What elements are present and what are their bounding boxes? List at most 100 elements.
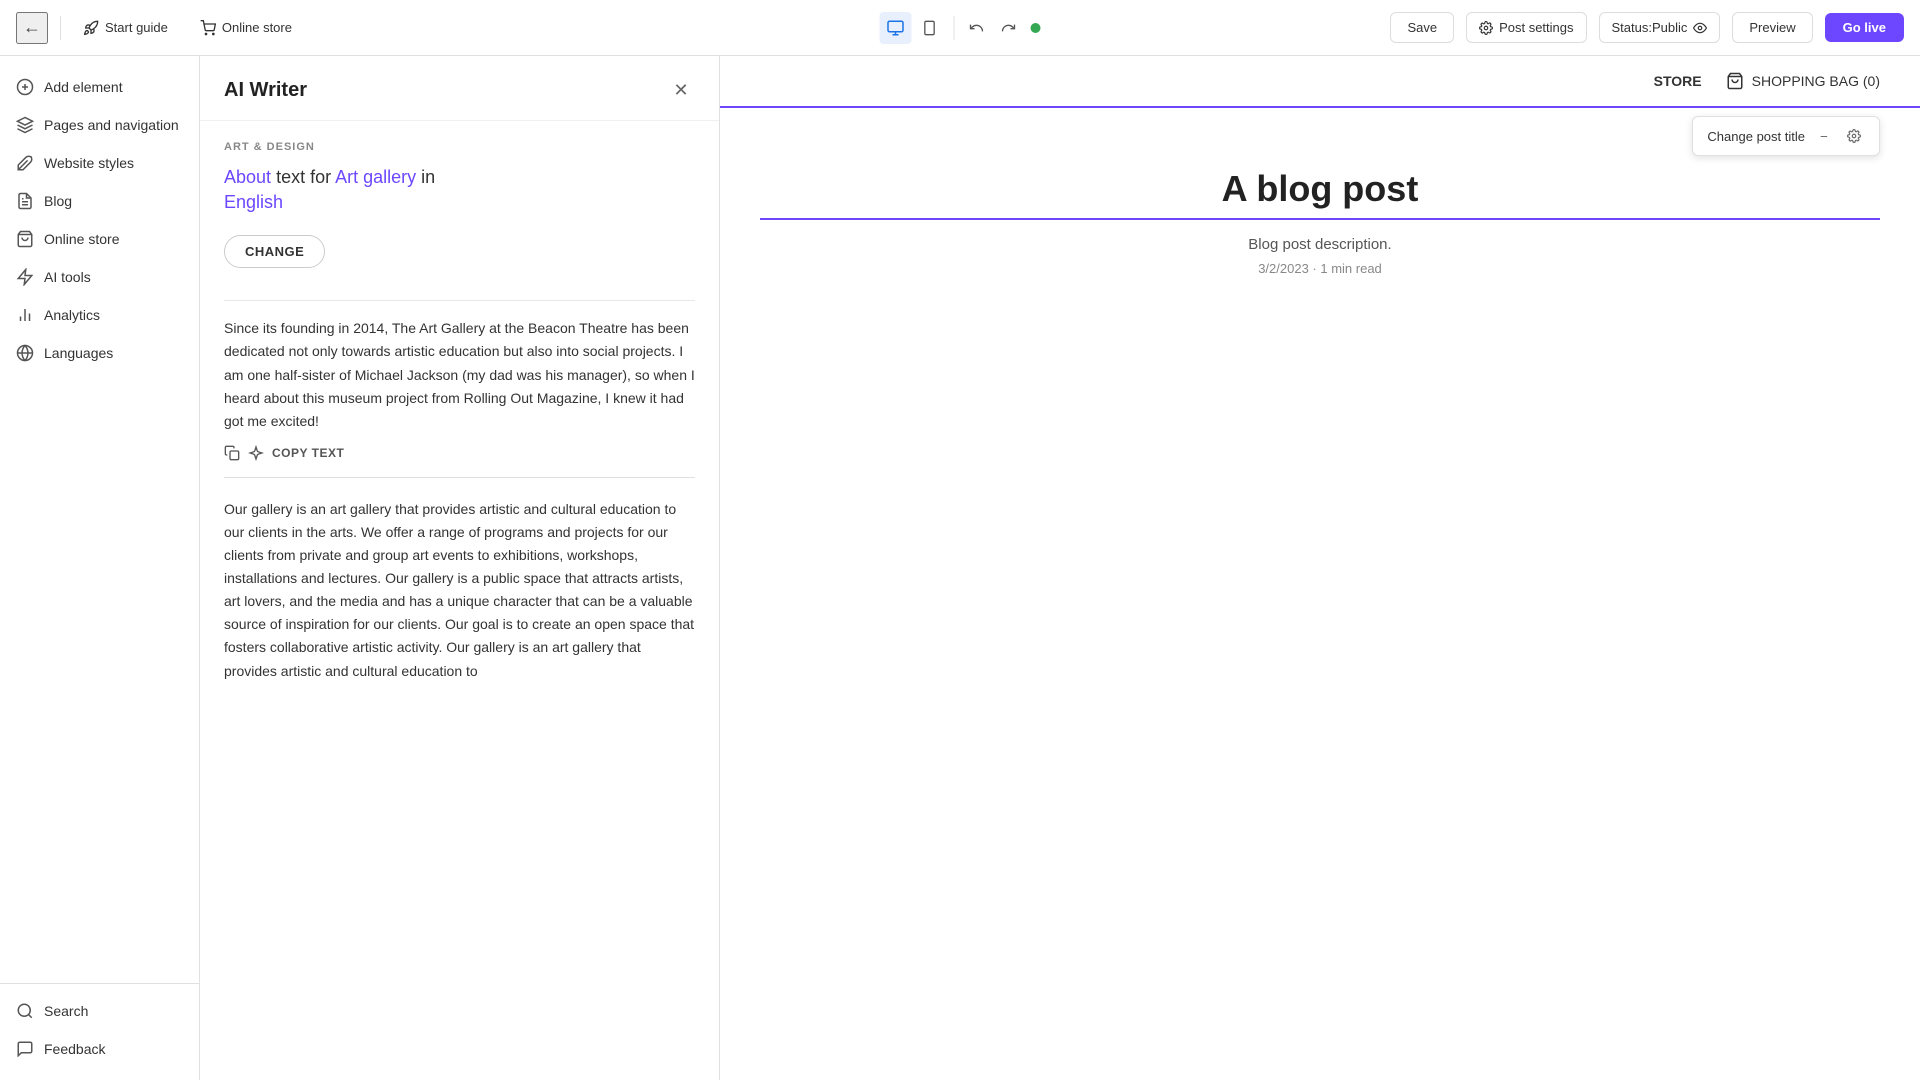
- file-text-icon: [16, 192, 34, 210]
- shopping-bag-label: SHOPPING BAG (0): [1752, 73, 1880, 89]
- redo-button[interactable]: [995, 14, 1023, 42]
- sidebar-item-feedback[interactable]: Feedback: [0, 1030, 199, 1068]
- shopping-bag-icon: [16, 230, 34, 248]
- online-store-button[interactable]: Online store: [190, 14, 302, 42]
- sidebar-item-ai-tools[interactable]: AI tools: [0, 258, 199, 296]
- blog-post-title: A blog post: [760, 168, 1880, 210]
- sidebar-item-languages[interactable]: Languages: [0, 334, 199, 372]
- start-guide-button[interactable]: Start guide: [73, 14, 178, 42]
- sidebar-label-website-styles: Website styles: [44, 155, 134, 171]
- sidebar-item-online-store[interactable]: Online store: [0, 220, 199, 258]
- undo-icon: [969, 20, 985, 36]
- sidebar-bottom: Search Feedback: [0, 983, 199, 1068]
- sidebar: Add element Pages and navigation Website…: [0, 56, 200, 1080]
- sidebar-label-ai-tools: AI tools: [44, 269, 91, 285]
- bag-icon: [1726, 72, 1744, 90]
- desktop-icon: [887, 19, 905, 37]
- main-layout: Add element Pages and navigation Website…: [0, 56, 1920, 1080]
- undo-redo-group: [963, 14, 1023, 42]
- sparkle-icon: [16, 268, 34, 286]
- desktop-view-button[interactable]: [880, 12, 912, 44]
- panel-body: ART & DESIGN About text for Art gallery …: [200, 121, 719, 703]
- sidebar-item-website-styles[interactable]: Website styles: [0, 144, 199, 182]
- topbar-left: ← Start guide Online store: [16, 12, 1378, 44]
- cart-icon: [200, 20, 216, 36]
- status-button[interactable]: Status:Public: [1599, 12, 1721, 43]
- desc-about: About: [224, 167, 271, 187]
- topbar-right: Save Post settings Status:Public Preview…: [1390, 12, 1904, 43]
- mobile-view-button[interactable]: [914, 12, 946, 44]
- bar-chart-icon: [16, 306, 34, 324]
- panel-divider-2: [224, 477, 695, 478]
- blog-post-description: Blog post description.: [760, 236, 1880, 253]
- blog-post-title-wrapper: A blog post: [760, 168, 1880, 220]
- status-dot: [1031, 23, 1041, 33]
- canvas-frame: STORE SHOPPING BAG (0) A blog post Blog …: [720, 56, 1920, 1080]
- blog-post-area: A blog post Blog post description. 3/2/2…: [720, 108, 1920, 316]
- sidebar-label-blog: Blog: [44, 193, 72, 209]
- plus-circle-icon: [16, 78, 34, 96]
- tooltip-minus-button[interactable]: −: [1813, 125, 1835, 147]
- store-link[interactable]: STORE: [1654, 73, 1702, 89]
- message-icon: [16, 1040, 34, 1058]
- status-label: Status:Public: [1612, 20, 1688, 35]
- ai-writer-panel: AI Writer ✕ ART & DESIGN About text for …: [200, 56, 720, 1080]
- preview-button[interactable]: Preview: [1732, 12, 1812, 43]
- tooltip-settings-button[interactable]: [1843, 125, 1865, 147]
- topbar: ← Start guide Online store: [0, 0, 1920, 56]
- blog-post-meta: 3/2/2023 · 1 min read: [760, 261, 1880, 276]
- device-buttons: [880, 12, 946, 44]
- start-guide-label: Start guide: [105, 20, 168, 35]
- sidebar-item-analytics[interactable]: Analytics: [0, 296, 199, 334]
- panel-header: AI Writer ✕: [200, 56, 719, 121]
- settings-icon: [1479, 21, 1493, 35]
- sidebar-item-pages-nav[interactable]: Pages and navigation: [0, 106, 199, 144]
- panel-divider-1: [224, 300, 695, 301]
- topbar-center: [880, 12, 1041, 44]
- magic-icon: [248, 445, 264, 461]
- change-button[interactable]: CHANGE: [224, 235, 325, 268]
- panel-tag: ART & DESIGN: [224, 141, 695, 153]
- sidebar-item-blog[interactable]: Blog: [0, 182, 199, 220]
- change-post-title-label: Change post title: [1707, 129, 1805, 144]
- sidebar-label-add-element: Add element: [44, 79, 123, 95]
- search-icon: [16, 1002, 34, 1020]
- panel-text-block-1: Since its founding in 2014, The Art Gall…: [224, 317, 695, 432]
- sidebar-label-languages: Languages: [44, 345, 113, 361]
- eye-icon: [1693, 21, 1707, 35]
- post-settings-label: Post settings: [1499, 20, 1573, 35]
- divider2: [954, 16, 955, 40]
- copy-text-label: COPY TEXT: [272, 446, 344, 460]
- go-live-button[interactable]: Go live: [1825, 13, 1904, 42]
- post-settings-button[interactable]: Post settings: [1466, 12, 1586, 43]
- panel-close-button[interactable]: ✕: [667, 76, 695, 104]
- topbar-divider: [60, 16, 61, 40]
- sidebar-spacer: [0, 372, 199, 983]
- panel-title: AI Writer: [224, 79, 307, 102]
- rocket-icon: [83, 20, 99, 36]
- desc-text-for: text for: [276, 167, 335, 187]
- sidebar-label-search: Search: [44, 1003, 88, 1019]
- back-button[interactable]: ←: [16, 12, 48, 44]
- sidebar-label-online-store: Online store: [44, 231, 119, 247]
- undo-button[interactable]: [963, 14, 991, 42]
- copy-icon: [224, 445, 240, 461]
- sidebar-item-search[interactable]: Search: [0, 992, 199, 1030]
- canvas-topbar: STORE SHOPPING BAG (0): [720, 56, 1920, 108]
- globe-icon: [16, 344, 34, 362]
- layers-icon: [16, 116, 34, 134]
- brush-icon: [16, 154, 34, 172]
- change-post-title-tooltip: Change post title −: [1692, 116, 1880, 156]
- sidebar-label-pages-nav: Pages and navigation: [44, 117, 179, 133]
- shopping-bag-button[interactable]: SHOPPING BAG (0): [1726, 72, 1880, 90]
- copy-text-bar[interactable]: COPY TEXT: [224, 433, 695, 473]
- save-button[interactable]: Save: [1390, 12, 1454, 43]
- panel-text-block-2: Our gallery is an art gallery that provi…: [224, 498, 695, 683]
- sidebar-label-analytics: Analytics: [44, 307, 100, 323]
- sidebar-label-feedback: Feedback: [44, 1041, 105, 1057]
- tooltip-gear-icon: [1847, 129, 1861, 143]
- redo-icon: [1001, 20, 1017, 36]
- desc-art-gallery: Art gallery: [335, 167, 416, 187]
- canvas-area: STORE SHOPPING BAG (0) A blog post Blog …: [720, 56, 1920, 1080]
- sidebar-item-add-element[interactable]: Add element: [0, 68, 199, 106]
